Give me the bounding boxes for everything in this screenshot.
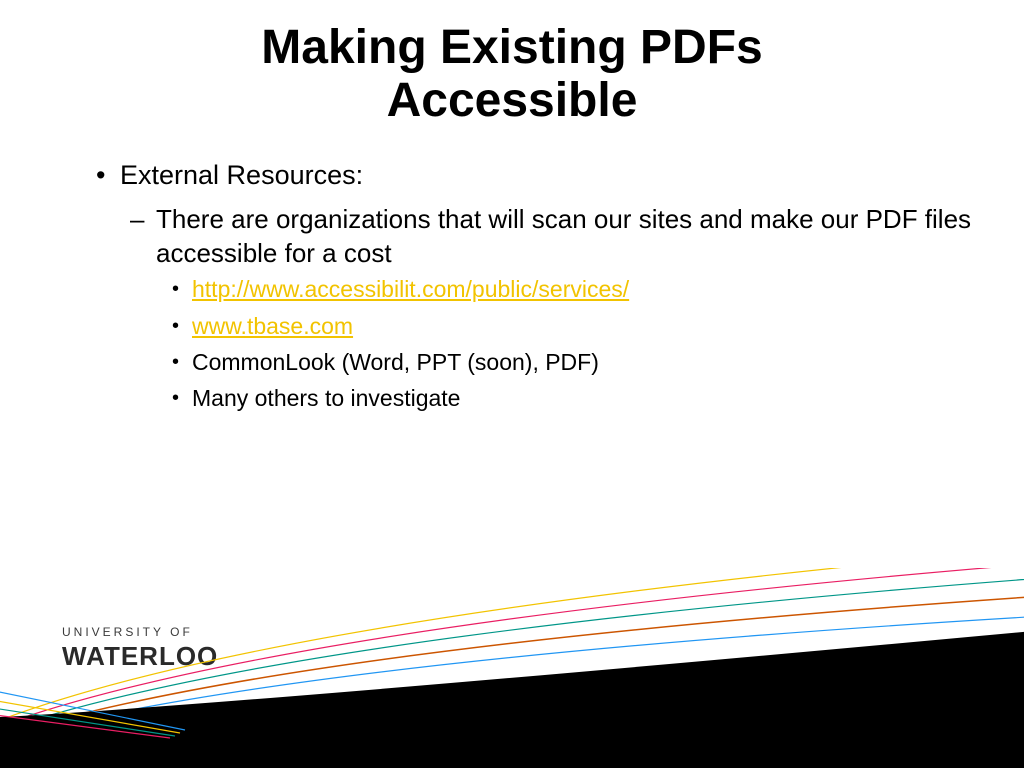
external-link[interactable]: http://www.accessibilit.com/public/servi… bbox=[192, 276, 629, 302]
list-item: http://www.accessibilit.com/public/servi… bbox=[192, 274, 984, 304]
list-item: External Resources: There are organizati… bbox=[120, 158, 984, 414]
sub-list: There are organizations that will scan o… bbox=[120, 202, 984, 414]
title-line-1: Making Existing PDFs bbox=[261, 21, 762, 74]
list-item: There are organizations that will scan o… bbox=[156, 202, 984, 414]
logo-top-text: UNIVERSITY OF bbox=[62, 625, 218, 639]
external-link[interactable]: www.tbase.com bbox=[192, 313, 353, 339]
item-text: Many others to investigate bbox=[192, 385, 460, 411]
slide: Making Existing PDFs Accessible External… bbox=[0, 0, 1024, 768]
list-item: Many others to investigate bbox=[192, 383, 984, 413]
university-logo: UNIVERSITY OF WATERLOO bbox=[62, 625, 218, 672]
list-item: CommonLook (Word, PPT (soon), PDF) bbox=[192, 347, 984, 377]
slide-content: External Resources: There are organizati… bbox=[96, 158, 984, 422]
item-text: CommonLook (Word, PPT (soon), PDF) bbox=[192, 349, 599, 375]
list-item: www.tbase.com bbox=[192, 311, 984, 341]
bullet-list: External Resources: There are organizati… bbox=[96, 158, 984, 414]
logo-bottom-text: WATERLOO bbox=[62, 641, 218, 672]
title-line-2: Accessible bbox=[387, 74, 638, 127]
bullet-text: External Resources: bbox=[120, 160, 363, 190]
sub-sub-list: http://www.accessibilit.com/public/servi… bbox=[156, 274, 984, 413]
sub-text: There are organizations that will scan o… bbox=[156, 204, 971, 268]
slide-title: Making Existing PDFs Accessible bbox=[0, 22, 1024, 128]
